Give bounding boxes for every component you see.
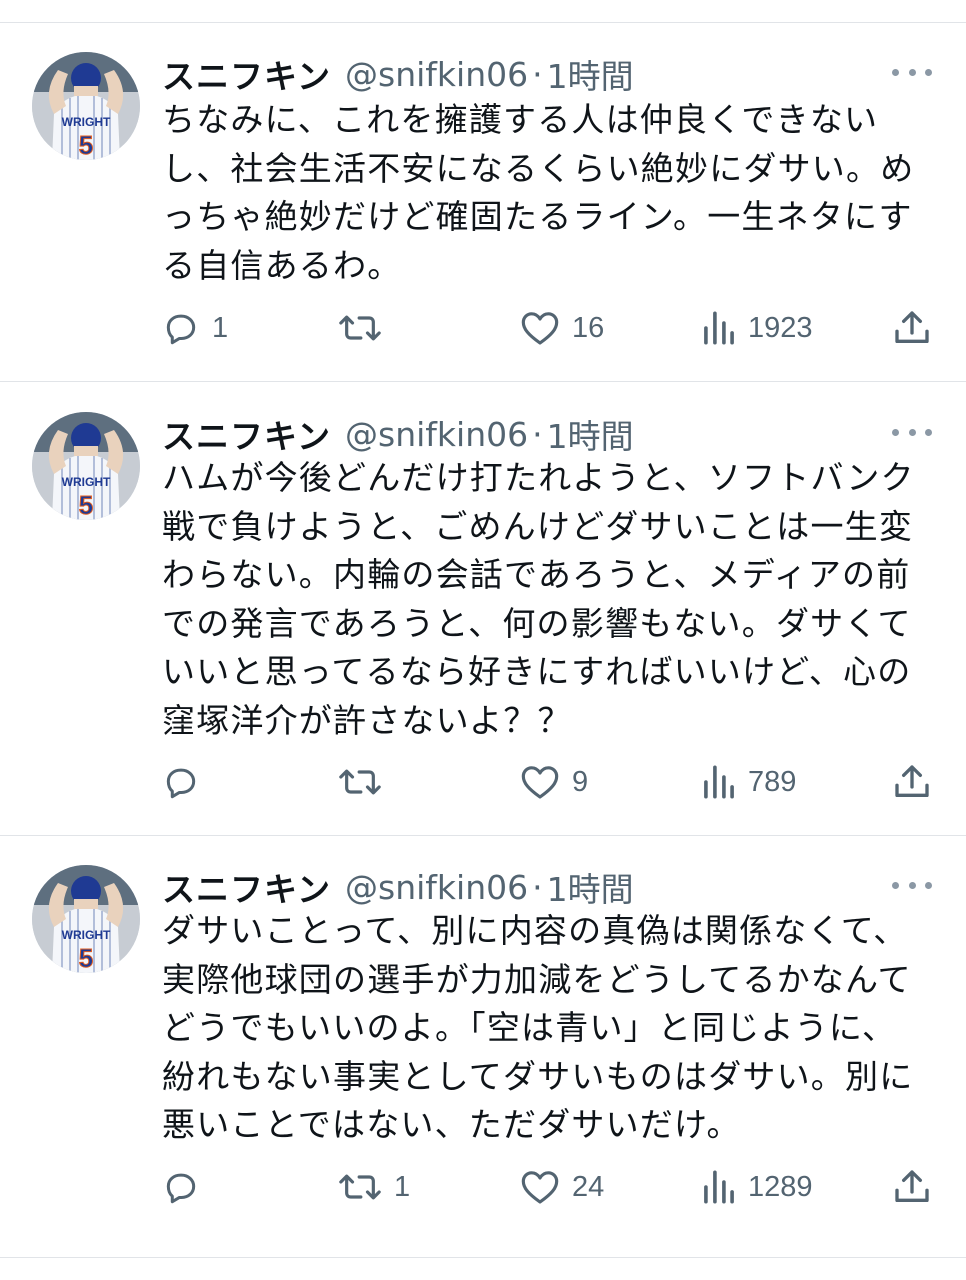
avatar[interactable]: WRIGHT 5 bbox=[32, 52, 140, 160]
separator: · bbox=[532, 54, 543, 94]
like-count: 9 bbox=[572, 765, 589, 798]
avatar[interactable]: WRIGHT 5 bbox=[32, 412, 140, 520]
like-button[interactable]: 24 bbox=[520, 1163, 604, 1211]
tweet-header: スニフキン @snifkin06 · 1時間 bbox=[162, 46, 634, 102]
display-name[interactable]: スニフキン bbox=[162, 50, 331, 98]
username[interactable]: @snifkin06 bbox=[345, 55, 528, 94]
retweet-button[interactable] bbox=[338, 758, 394, 806]
retweet-count: 1 bbox=[394, 1170, 411, 1203]
retweet-icon bbox=[339, 315, 381, 341]
share-button[interactable] bbox=[892, 1163, 932, 1211]
views-icon bbox=[704, 1170, 734, 1204]
views-button[interactable]: 1289 bbox=[702, 1163, 813, 1211]
jersey-name: WRIGHT bbox=[62, 475, 111, 489]
reply-icon bbox=[166, 1173, 196, 1204]
tweet-text-line: 実際他球団の選手が力加減をどうしてるかなんて bbox=[162, 959, 912, 999]
action-bar: 1 16 1923 bbox=[0, 304, 966, 352]
like-count: 24 bbox=[572, 1170, 605, 1203]
tweet-text-line: ちなみに、これを擁護する人は仲良くできない bbox=[162, 100, 879, 139]
tweet-text-line: 悪いことではない、ただダサいだけ。 bbox=[162, 1105, 741, 1144]
username[interactable]: @snifkin06 bbox=[345, 868, 528, 907]
jersey-number: 5 bbox=[79, 490, 93, 520]
retweet-icon bbox=[339, 1174, 381, 1200]
tweet-text-line: 戦で負けようと、ごめんけどダサいことは一生変 bbox=[162, 506, 914, 546]
view-count: 789 bbox=[748, 765, 797, 798]
tweet-text-line: っちゃ絶妙だけど確固たるライン。一生ネタにす bbox=[162, 197, 913, 236]
reply-button[interactable] bbox=[162, 1163, 212, 1211]
tweet-divider bbox=[0, 835, 966, 836]
more-icon[interactable] bbox=[892, 422, 932, 442]
like-icon bbox=[521, 312, 559, 345]
like-count: 16 bbox=[572, 311, 605, 344]
tweet-text-line: での発言であろうと、何の影響もない。ダサくて bbox=[162, 603, 912, 643]
tweet-text-line: ダサいことって、別に内容の真偽は関係なくて、 bbox=[162, 911, 908, 950]
separator: · bbox=[532, 414, 543, 454]
tweet-text-line: 窪塚洋介が許さないよ？？ bbox=[162, 700, 572, 740]
timestamp[interactable]: 1時間 bbox=[547, 863, 634, 911]
share-icon bbox=[895, 311, 929, 343]
reply-icon bbox=[166, 314, 196, 345]
tweet-text-line: いいと思ってるなら好きにすればいいけど、心の bbox=[162, 652, 912, 691]
jersey-name: WRIGHT bbox=[62, 115, 111, 129]
tweet-divider bbox=[0, 381, 966, 382]
tweet-text-line: ハムが今後どんだけ打たれようと、ソフトバンク bbox=[162, 458, 915, 497]
views-button[interactable]: 1923 bbox=[702, 304, 813, 352]
action-bar: 9 789 bbox=[0, 758, 966, 806]
share-button[interactable] bbox=[892, 304, 932, 352]
view-count: 1289 bbox=[748, 1170, 813, 1203]
bottom-divider bbox=[0, 1257, 966, 1258]
avatar[interactable]: WRIGHT 5 bbox=[32, 865, 140, 973]
tweet-text-line: し、社会生活不安になるくらい絶妙にダサい。め bbox=[162, 148, 915, 188]
display-name[interactable]: スニフキン bbox=[162, 863, 331, 911]
jersey-number: 5 bbox=[79, 130, 93, 160]
reply-count: 1 bbox=[212, 311, 229, 344]
like-button[interactable]: 16 bbox=[520, 304, 604, 352]
share-icon bbox=[895, 765, 929, 797]
reply-button[interactable]: 1 bbox=[162, 304, 228, 352]
top-divider bbox=[0, 22, 966, 23]
more-icon[interactable] bbox=[892, 62, 932, 82]
like-icon bbox=[521, 766, 559, 799]
reply-button[interactable] bbox=[162, 758, 212, 806]
views-icon bbox=[704, 765, 734, 799]
timestamp[interactable]: 1時間 bbox=[547, 50, 634, 98]
tweet-text-line: どうでもいいのよ。「空は青い」と同じように、 bbox=[162, 1008, 897, 1047]
views-button[interactable]: 789 bbox=[702, 758, 796, 806]
reply-icon bbox=[166, 768, 196, 799]
share-icon bbox=[895, 1170, 929, 1202]
tweet-text-line: 紛れもない事実としてダサいものはダサい。別に bbox=[162, 1056, 914, 1096]
more-icon[interactable] bbox=[892, 875, 932, 895]
like-button[interactable]: 9 bbox=[520, 758, 588, 806]
action-bar: 1 24 1289 bbox=[0, 1163, 966, 1211]
retweet-button[interactable] bbox=[338, 304, 394, 352]
share-button[interactable] bbox=[892, 758, 932, 806]
tweet-text: ダサいことって、別に内容の真偽は関係なくて、 実際他球団の選手が力加減をどうして… bbox=[162, 907, 932, 1150]
view-count: 1923 bbox=[748, 311, 813, 344]
tweet-text: ちなみに、これを擁護する人は仲良くできない し、社会生活不安になるくらい絶妙にダ… bbox=[162, 96, 932, 290]
retweet-button[interactable]: 1 bbox=[338, 1163, 410, 1211]
views-icon bbox=[704, 311, 734, 345]
like-icon bbox=[521, 1171, 559, 1204]
retweet-icon bbox=[339, 769, 381, 795]
timestamp[interactable]: 1時間 bbox=[547, 410, 634, 458]
display-name[interactable]: スニフキン bbox=[162, 410, 331, 458]
tweet-text-line: る自信あるわ。 bbox=[162, 245, 402, 285]
separator: · bbox=[532, 867, 543, 907]
jersey-number: 5 bbox=[79, 943, 93, 973]
tweet-text: ハムが今後どんだけ打たれようと、ソフトバンク 戦で負けようと、ごめんけどダサいこ… bbox=[162, 454, 932, 745]
jersey-name: WRIGHT bbox=[62, 928, 111, 942]
username[interactable]: @snifkin06 bbox=[345, 415, 528, 454]
tweet-text-line: わらない。内輪の会話であろうと、メディアの前 bbox=[162, 555, 911, 594]
